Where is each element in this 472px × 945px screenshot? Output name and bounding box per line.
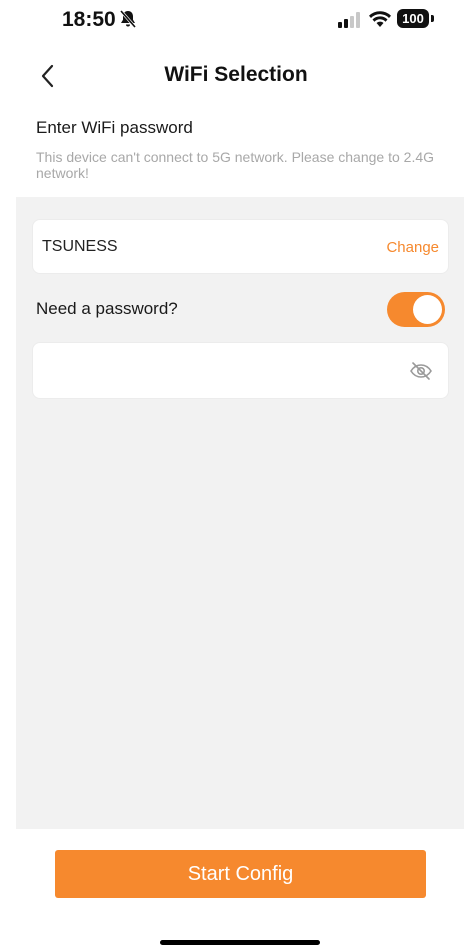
password-toggle[interactable] [387, 292, 445, 327]
cellular-signal-icon [338, 12, 360, 28]
wifi-network-card: TSUNESS Change [32, 219, 449, 274]
home-indicator [160, 940, 320, 945]
change-network-link[interactable]: Change [386, 239, 439, 256]
wifi-icon [369, 11, 391, 27]
password-required-label: Need a password? [36, 299, 178, 318]
bell-slash-icon [119, 10, 137, 28]
page-title: WiFi Selection [164, 63, 308, 86]
password-field-card [32, 342, 449, 399]
network-notice: This device can't connect to 5G network.… [36, 149, 435, 181]
status-bar: 18:50 100 [0, 0, 472, 44]
eye-slash-icon[interactable] [409, 361, 433, 381]
battery-tip [431, 15, 434, 22]
content-area: TSUNESS Change Need a password? [16, 197, 464, 829]
wifi-ssid: TSUNESS [42, 238, 118, 255]
start-config-button[interactable]: Start Config [55, 850, 426, 898]
password-input[interactable] [43, 353, 383, 389]
section-title: Enter WiFi password [36, 118, 193, 137]
toggle-knob [413, 295, 442, 324]
status-time: 18:50 [62, 8, 116, 31]
battery-icon: 100 [397, 9, 429, 28]
